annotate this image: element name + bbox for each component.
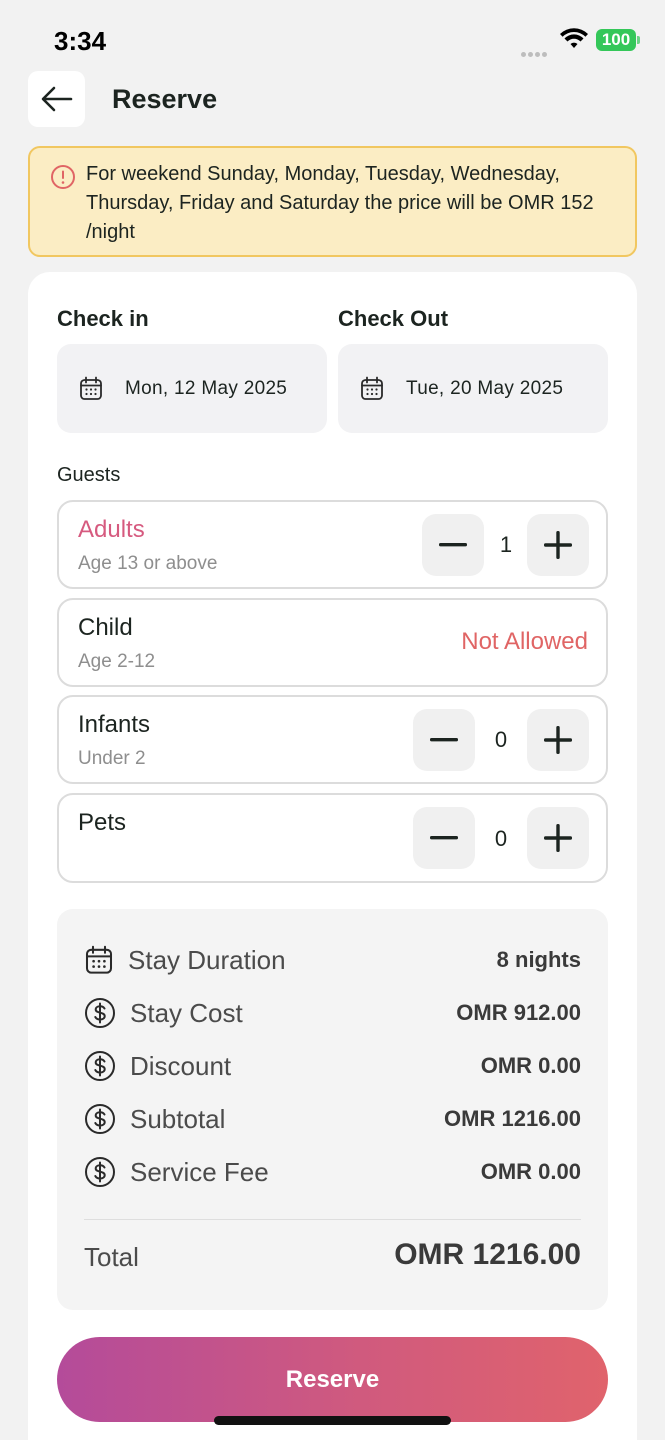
- check-out-date: Tue, 20 May 2025: [406, 377, 564, 399]
- stay-cost-row: Stay Cost OMR 912.00: [84, 995, 581, 1031]
- minus-icon: [439, 543, 467, 547]
- plus-icon: [544, 531, 572, 559]
- child-not-allowed-status: Not Allowed: [461, 628, 588, 655]
- minus-icon: [430, 738, 458, 742]
- infants-count: 0: [494, 727, 508, 752]
- back-button[interactable]: [28, 71, 85, 127]
- notice-text: For weekend Sunday, Monday, Tuesday, Wed…: [86, 163, 594, 243]
- minus-icon: [430, 836, 458, 840]
- wifi-icon: [560, 28, 588, 48]
- page-title: Reserve: [112, 84, 218, 114]
- pets-count: 0: [494, 826, 508, 851]
- weekend-price-notice: For weekend Sunday, Monday, Tuesday, Wed…: [28, 146, 637, 257]
- check-in-label: Check in: [57, 306, 149, 331]
- service-fee-value: OMR 0.00: [480, 1159, 581, 1184]
- dollar-circle-icon: [85, 1104, 115, 1134]
- child-subtitle: Age 2-12: [78, 651, 156, 672]
- adults-title: Adults: [78, 516, 145, 543]
- stay-duration-value: 8 nights: [496, 947, 581, 972]
- dollar-circle-icon: [85, 1051, 115, 1081]
- calendar-icon: [85, 945, 113, 974]
- discount-label: Discount: [130, 1050, 232, 1081]
- battery-indicator: 100: [596, 29, 636, 51]
- arrow-left-icon: [41, 86, 72, 112]
- reserve-button[interactable]: Reserve: [57, 1337, 608, 1422]
- plus-icon: [544, 824, 572, 852]
- stay-duration-row: Stay Duration 8 nights: [84, 942, 581, 978]
- dollar-circle-icon: [85, 998, 115, 1028]
- discount-value: OMR 0.00: [480, 1053, 581, 1078]
- discount-row: Discount OMR 0.00: [84, 1048, 581, 1084]
- infants-title: Infants: [78, 711, 151, 738]
- adults-increment-button[interactable]: [527, 514, 589, 576]
- adults-count: 1: [499, 532, 513, 557]
- adults-subtitle: Age 13 or above: [78, 553, 218, 574]
- plus-icon: [544, 726, 572, 754]
- pets-title: Pets: [78, 809, 127, 836]
- check-out-label: Check Out: [338, 306, 449, 331]
- dollar-circle-icon: [85, 1157, 115, 1187]
- home-indicator: [214, 1416, 451, 1425]
- infants-row: Infants Under 2 0: [57, 695, 608, 784]
- check-in-date: Mon, 12 May 2025: [125, 377, 288, 399]
- pets-decrement-button[interactable]: [413, 807, 475, 869]
- infants-increment-button[interactable]: [527, 709, 589, 771]
- subtotal-value: OMR 1216.00: [444, 1106, 581, 1131]
- total-value: OMR 1216.00: [394, 1238, 581, 1271]
- child-title: Child: [78, 614, 133, 641]
- adults-row: Adults Age 13 or above 1: [57, 500, 608, 589]
- subtotal-label: Subtotal: [130, 1103, 226, 1134]
- pets-increment-button[interactable]: [527, 807, 589, 869]
- check-out-date-picker[interactable]: Tue, 20 May 2025: [338, 344, 608, 433]
- stay-cost-value: OMR 912.00: [456, 1000, 581, 1025]
- status-time: 3:34: [54, 26, 107, 56]
- subtotal-row: Subtotal OMR 1216.00: [84, 1101, 581, 1137]
- alert-circle-icon: [51, 165, 75, 189]
- price-summary: Stay Duration 8 nights Stay Cost OMR 912…: [57, 909, 608, 1310]
- service-fee-row: Service Fee OMR 0.00: [84, 1154, 581, 1190]
- check-in-date-picker[interactable]: Mon, 12 May 2025: [57, 344, 327, 433]
- infants-subtitle: Under 2: [78, 748, 146, 769]
- infants-decrement-button[interactable]: [413, 709, 475, 771]
- adults-decrement-button[interactable]: [422, 514, 484, 576]
- status-bar: 3:34 100: [0, 0, 665, 70]
- summary-divider: [84, 1219, 581, 1220]
- battery-cap-icon: [637, 36, 640, 44]
- pets-row: Pets 0: [57, 793, 608, 883]
- child-row: Child Age 2-12 Not Allowed: [57, 598, 608, 687]
- service-fee-label: Service Fee: [130, 1156, 269, 1187]
- stay-duration-label: Stay Duration: [128, 944, 286, 975]
- total-label: Total: [84, 1242, 139, 1272]
- cellular-signal-icon: [521, 44, 551, 57]
- calendar-icon: [361, 376, 383, 400]
- guests-label: Guests: [57, 464, 121, 486]
- calendar-icon: [80, 376, 102, 400]
- stay-cost-label: Stay Cost: [130, 997, 243, 1028]
